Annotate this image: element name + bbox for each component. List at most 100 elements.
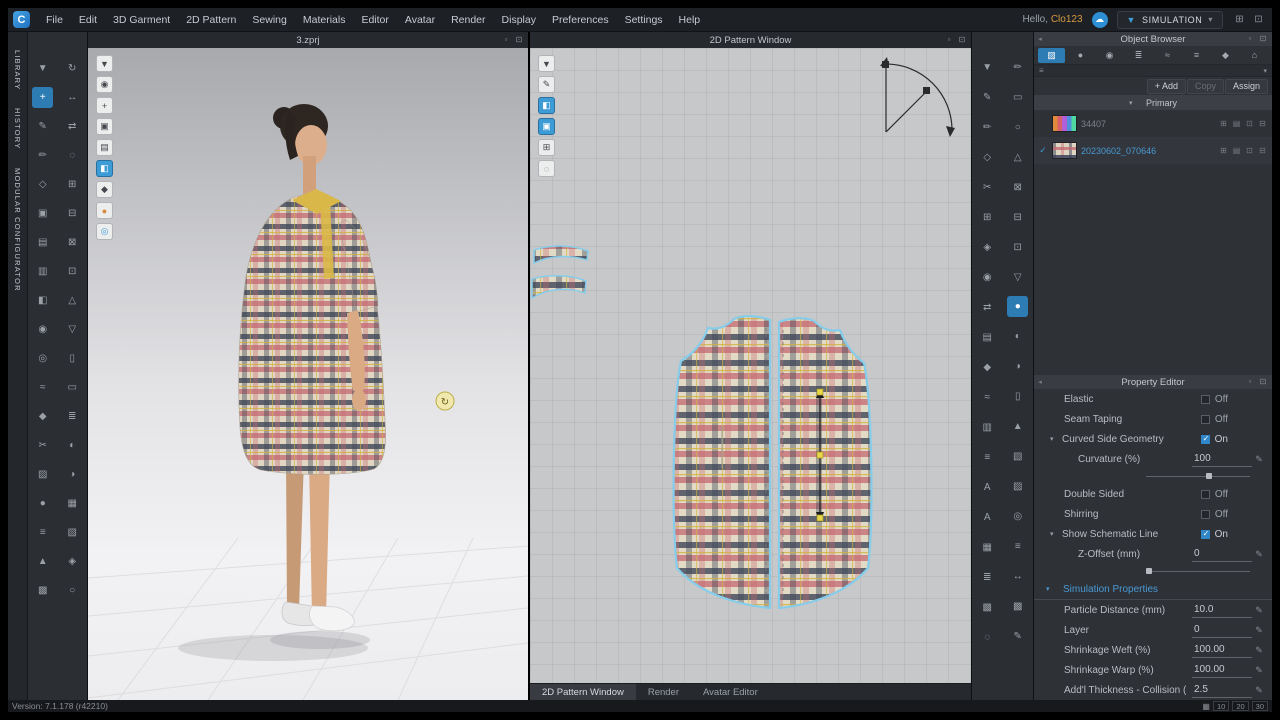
viewport-3d-titlebar[interactable]: 3.zprj ▫ ⊡ xyxy=(88,32,528,48)
pen-2d-icon[interactable]: ✏ xyxy=(1006,52,1030,82)
button-tool-icon[interactable]: ● xyxy=(31,489,55,518)
snap-grid-icon[interactable]: ▦ xyxy=(1202,702,1210,711)
edit-value-icon[interactable]: ✎ xyxy=(1252,605,1266,616)
z-offset-slider[interactable] xyxy=(1034,564,1272,579)
circle-tool-2d-icon[interactable]: ◌ xyxy=(975,622,999,652)
viewport-maximize-icon[interactable]: ⊡ xyxy=(957,35,967,45)
edit-value-icon[interactable]: ✎ xyxy=(1252,665,1266,676)
measure-tool-icon[interactable]: ◆ xyxy=(31,402,55,431)
zipper-2d-icon[interactable]: ≡ xyxy=(1006,531,1030,561)
smooth-tool-icon[interactable]: ◌ xyxy=(60,141,84,170)
scissors-tool-icon[interactable]: ✂ xyxy=(31,431,55,460)
grid-size-20[interactable]: 20 xyxy=(1232,701,1249,711)
free-sewing-2d-icon[interactable]: ⊡ xyxy=(1006,232,1030,262)
fabric-clone-icon[interactable]: ⊡ xyxy=(1244,119,1255,128)
dart-2d-icon[interactable]: ▤ xyxy=(975,322,999,352)
button-tab-icon[interactable]: ● xyxy=(1067,48,1094,63)
collapse-caret-icon[interactable]: ▾ xyxy=(1050,435,1062,443)
pattern-canvas[interactable]: ▼ ✎ ◧ ▣ ⊞ ◌ xyxy=(530,48,971,683)
avatar[interactable] xyxy=(238,104,386,632)
viewport-float-icon[interactable]: ▫ xyxy=(501,35,511,45)
chevron-down-icon[interactable]: ▾ xyxy=(1263,67,1267,75)
show-base-pattern-icon[interactable]: ⊞ xyxy=(538,139,555,156)
curvature-input[interactable]: 100 xyxy=(1192,452,1252,467)
object-browser-header[interactable]: ◂ Object Browser ▫ ⊡ xyxy=(1034,32,1272,46)
add-point-tool-icon[interactable]: ◇ xyxy=(31,170,55,199)
puckering-tool-icon[interactable]: ▦ xyxy=(60,489,84,518)
shirring-checkbox[interactable] xyxy=(1200,509,1210,519)
menu-materials[interactable]: Materials xyxy=(295,8,354,32)
edit-value-icon[interactable]: ✎ xyxy=(1252,454,1266,465)
pleats-2d-icon[interactable]: ≣ xyxy=(975,562,999,592)
zipper-tab-icon[interactable]: ≡ xyxy=(1183,48,1210,63)
topstitch-tool-icon[interactable]: ⊟ xyxy=(60,199,84,228)
piping-tool-icon[interactable]: ◑ xyxy=(60,460,84,489)
grading-2d-icon[interactable]: ▦ xyxy=(975,532,999,562)
track-pattern-icon[interactable]: ▧ xyxy=(1006,441,1030,471)
sidebar-tab-modular-configurator[interactable]: MODULAR CONFIGURATOR xyxy=(13,168,22,292)
collapse-caret-icon[interactable]: ▾ xyxy=(1050,530,1062,538)
primary-section-header[interactable]: ▾ Primary xyxy=(1034,95,1272,110)
avatar-3d-render[interactable]: ↻ xyxy=(88,48,528,700)
menu-3d-garment[interactable]: 3D Garment xyxy=(105,8,178,32)
front-right-pattern-piece[interactable] xyxy=(777,317,873,610)
view-mode-icon[interactable]: ▼ xyxy=(96,55,113,72)
fabric-name[interactable]: 20230602_070646 xyxy=(1081,146,1214,156)
dart-tool-icon[interactable]: ▲ xyxy=(31,547,55,576)
select-move-tool-icon[interactable]: ▼ xyxy=(31,54,55,83)
show-pattern-info-icon[interactable]: ✎ xyxy=(538,76,555,93)
tab-avatar-editor[interactable]: Avatar Editor xyxy=(691,684,770,700)
particle-distance-input[interactable]: 10.0 xyxy=(1192,603,1252,618)
show-sewing-lines-icon[interactable]: ◧ xyxy=(538,97,555,114)
shade-tool-icon[interactable]: ▩ xyxy=(31,576,55,605)
panel-float-icon[interactable]: ▫ xyxy=(1245,377,1255,387)
simulation-button[interactable]: ▼ SIMULATION ▾ xyxy=(1116,10,1223,29)
seam-allowance-tool-icon[interactable]: ▯ xyxy=(60,344,84,373)
fabric-clone-icon[interactable]: ⊡ xyxy=(1244,146,1255,155)
comment-2d-icon[interactable]: ✎ xyxy=(1006,621,1030,651)
symmetry-icon[interactable]: ⇄ xyxy=(975,292,999,322)
viewport-2d-titlebar[interactable]: 2D Pattern Window ▫ ⊡ xyxy=(530,32,971,48)
edit-curvature-2d-icon[interactable]: ✏ xyxy=(975,112,999,142)
fabric-detail-icon[interactable]: ▤ xyxy=(1231,119,1242,128)
edit-value-icon[interactable]: ✎ xyxy=(1252,685,1266,696)
shirring-tool-icon[interactable]: ⊠ xyxy=(60,228,84,257)
double-sided-checkbox[interactable] xyxy=(1200,489,1210,499)
free-sewing-tool-icon[interactable]: ▥ xyxy=(31,257,55,286)
sidebar-tab-history[interactable]: HISTORY xyxy=(13,108,22,149)
pan-view-icon[interactable]: ↔ xyxy=(60,83,84,112)
fabric-item-34407[interactable]: ✓ 34407 ⊞▤⊡⊟ xyxy=(1034,110,1272,137)
slider-thumb[interactable] xyxy=(1146,568,1152,574)
z-offset-input[interactable]: 0 xyxy=(1192,547,1252,562)
menu-2d-pattern[interactable]: 2D Pattern xyxy=(178,8,244,32)
workspace-layout-icon[interactable]: ⊞ xyxy=(1232,14,1247,25)
menu-render[interactable]: Render xyxy=(443,8,493,32)
slider-thumb[interactable] xyxy=(1206,473,1212,479)
fabric-swatch[interactable] xyxy=(1052,115,1077,132)
edit-value-icon[interactable]: ✎ xyxy=(1252,625,1266,636)
add-fabric-button[interactable]: + Add xyxy=(1146,78,1186,94)
pen-tool-icon[interactable]: ▣ xyxy=(31,199,55,228)
print-layout-tool-icon[interactable]: ▧ xyxy=(60,518,84,547)
menu-help[interactable]: Help xyxy=(671,8,709,32)
circle-pattern-icon[interactable]: ○ xyxy=(1006,112,1030,142)
curved-side-geometry-checkbox[interactable] xyxy=(1200,434,1210,444)
clo-logo[interactable]: C xyxy=(13,11,30,28)
panel-collapse-icon[interactable]: ◂ xyxy=(1034,35,1046,43)
slider-track[interactable] xyxy=(1146,473,1250,479)
surface-texture-icon[interactable]: ▤ xyxy=(96,139,113,156)
avatar-texture-icon[interactable]: ● xyxy=(96,202,113,219)
pattern-view-mode-icon[interactable]: ▼ xyxy=(538,55,555,72)
grid-size-10[interactable]: 10 xyxy=(1212,701,1230,711)
menu-avatar[interactable]: Avatar xyxy=(397,8,443,32)
fold-arrangement-tool-icon[interactable]: ◧ xyxy=(31,286,55,315)
edit-curvature-tool-icon[interactable]: ✏ xyxy=(31,141,55,170)
polygon-pattern-icon[interactable]: △ xyxy=(1006,142,1030,172)
fabric-remove-icon[interactable]: ⊟ xyxy=(1257,146,1268,155)
pin-tool-icon[interactable]: ◉ xyxy=(31,315,55,344)
username[interactable]: Clo123 xyxy=(1051,14,1083,25)
measure-2d-icon[interactable]: ↔ xyxy=(1006,561,1030,591)
show-fabric-texture-icon[interactable]: ▣ xyxy=(538,118,555,135)
zipper-tool-icon[interactable]: ≡ xyxy=(31,518,55,547)
cut-and-sew-icon[interactable]: ⊠ xyxy=(1006,172,1030,202)
